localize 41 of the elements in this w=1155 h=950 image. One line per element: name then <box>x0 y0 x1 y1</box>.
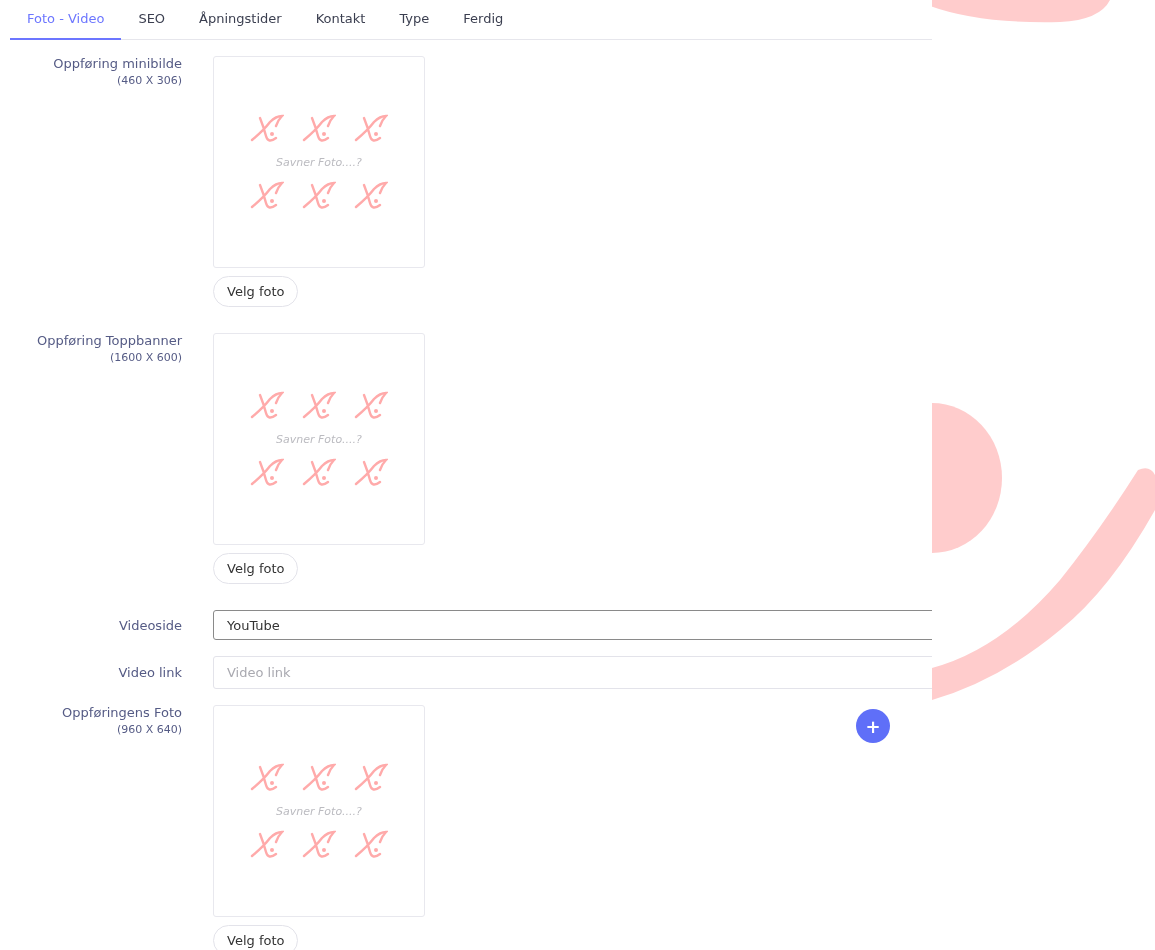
swirl-icon <box>250 457 284 488</box>
swirl-icon <box>250 180 284 211</box>
swirl-icon <box>302 457 336 488</box>
swirl-icon <box>354 457 388 488</box>
swirl-icon <box>354 180 388 211</box>
size-hint: (960 X 640) <box>116 723 182 736</box>
field-label: Video link <box>118 665 182 680</box>
tab[interactable]: Type <box>382 11 447 40</box>
swirl-icon <box>250 390 284 421</box>
field-label: Videoside <box>118 617 182 633</box>
swirl-icon <box>250 113 284 144</box>
swirl-icon <box>354 762 388 793</box>
size-hint: (1600 X 600) <box>109 351 182 364</box>
swirl-icon <box>302 180 336 211</box>
swirl-icon <box>354 390 388 421</box>
choose-photo-button[interactable]: Velg foto <box>213 276 299 307</box>
size-hint: (460 X 306) <box>116 74 182 87</box>
tab[interactable]: Ferdig <box>446 11 521 40</box>
input-field[interactable]: Video link <box>213 656 932 689</box>
swirl-icon <box>354 113 388 144</box>
tab[interactable]: Kontakt <box>298 11 383 40</box>
swirl-icon <box>302 829 336 860</box>
swirl-icon <box>354 829 388 860</box>
add-button[interactable]: + <box>856 709 890 743</box>
field-label: Oppføringens Foto <box>62 705 182 720</box>
placeholder-text: Savner Foto....? <box>276 155 362 169</box>
placeholder-text: Savner Foto....? <box>276 432 362 446</box>
swirl-icon <box>302 390 336 421</box>
field-label: Oppføring Toppbanner <box>36 333 182 348</box>
choose-photo-button[interactable]: Velg foto <box>213 553 299 584</box>
tab[interactable]: SEO <box>121 11 183 40</box>
tab[interactable]: Åpningstider <box>182 11 299 40</box>
swirl-icon <box>250 829 284 860</box>
placeholder-text: Savner Foto....? <box>276 804 362 818</box>
choose-photo-button[interactable]: Velg foto <box>213 925 299 950</box>
video-site-select[interactable]: YouTube <box>213 610 932 640</box>
swirl-icon <box>302 113 336 144</box>
swirl-icon <box>302 762 336 793</box>
swirl-icon <box>250 762 284 793</box>
field-label: Oppføring minibilde <box>53 56 182 71</box>
tab[interactable]: Foto - Video <box>10 11 122 40</box>
